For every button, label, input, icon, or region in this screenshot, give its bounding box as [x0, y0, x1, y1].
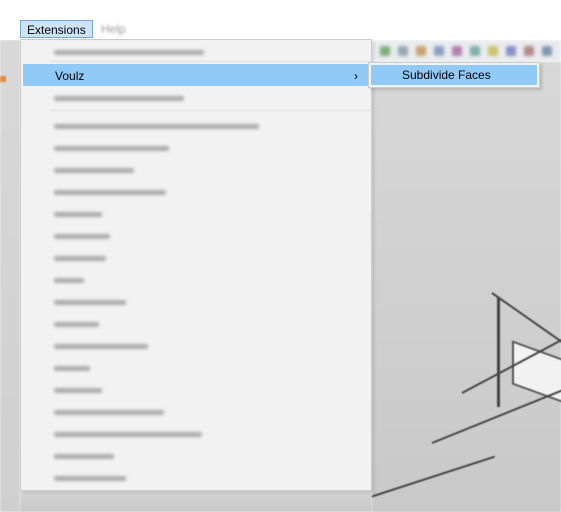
model-edge	[351, 455, 495, 504]
menu-item-blurred[interactable]	[54, 410, 164, 415]
left-toolbar-strip	[0, 40, 20, 512]
tool-icon[interactable]	[488, 46, 498, 56]
menu-scroll-indicator	[371, 212, 372, 242]
tool-icon[interactable]	[434, 46, 444, 56]
model-frame	[512, 340, 561, 408]
menu-item-blurred[interactable]	[54, 476, 126, 481]
menu-item-voulz[interactable]: Voulz ›	[23, 64, 369, 86]
menu-item-blurred[interactable]	[54, 168, 134, 173]
menu-item-label: Subdivide Faces	[402, 68, 491, 82]
menu-item-blurred[interactable]	[54, 190, 166, 195]
menubar-extensions[interactable]: Extensions	[20, 20, 93, 38]
voulz-submenu: Subdivide Faces	[368, 62, 540, 88]
menu-item-blurred[interactable]	[54, 256, 106, 261]
tool-icon[interactable]	[470, 46, 480, 56]
chevron-right-icon: ›	[354, 69, 358, 83]
toolbar	[372, 40, 561, 62]
3d-viewport[interactable]	[351, 62, 561, 512]
menu-item-blurred[interactable]	[54, 124, 259, 129]
menu-item-blurred[interactable]	[54, 454, 114, 459]
tool-icon[interactable]	[380, 46, 390, 56]
menubar: Extensions Help	[0, 18, 561, 40]
menu-item-blurred[interactable]	[54, 278, 84, 283]
tool-icon[interactable]	[542, 46, 552, 56]
extensions-menu: Voulz ›	[20, 39, 372, 491]
menu-item-blurred[interactable]	[54, 96, 184, 101]
menu-item-blurred[interactable]	[54, 432, 202, 437]
menu-item-blurred[interactable]	[54, 212, 102, 217]
tool-icon	[0, 76, 6, 82]
tool-icon[interactable]	[506, 46, 516, 56]
bottom-viewport-strip	[20, 491, 372, 512]
menu-item-blurred[interactable]	[54, 322, 99, 327]
menu-separator	[51, 110, 371, 111]
menu-separator	[51, 61, 371, 62]
menu-item-blurred[interactable]	[54, 388, 102, 393]
model-edge	[497, 297, 500, 407]
menu-item-blurred[interactable]	[54, 300, 126, 305]
tool-icon[interactable]	[452, 46, 462, 56]
tool-icon[interactable]	[524, 46, 534, 56]
menu-item-blurred[interactable]	[54, 344, 148, 349]
tool-icon[interactable]	[416, 46, 426, 56]
menu-item-blurred[interactable]	[54, 50, 204, 55]
tool-icon[interactable]	[398, 46, 408, 56]
menu-item-label: Voulz	[55, 69, 85, 83]
menubar-help[interactable]: Help	[95, 20, 132, 38]
menu-item-blurred[interactable]	[54, 234, 110, 239]
menu-item-blurred[interactable]	[54, 366, 90, 371]
menu-item-subdivide-faces[interactable]: Subdivide Faces	[371, 65, 537, 85]
menu-item-blurred[interactable]	[54, 146, 169, 151]
